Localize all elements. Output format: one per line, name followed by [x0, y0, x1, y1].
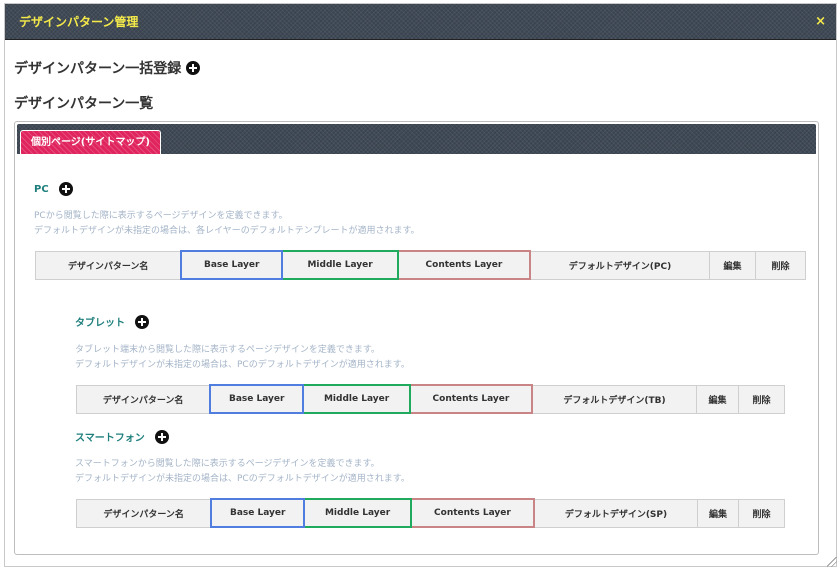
col-base-layer: Base Layer	[180, 250, 284, 280]
col-middle-layer: Middle Layer	[303, 498, 412, 528]
tablet-description: タブレット端末から閲覧した際に表示するページデザインを定義できます。 デフォルト…	[75, 343, 410, 373]
col-default-design: デフォルトデザイン(SP)	[533, 498, 699, 528]
sp-description: スマートフォンから閲覧した際に表示するページデザインを定義できます。 デフォルト…	[75, 457, 410, 487]
col-edit: 編集	[697, 498, 740, 528]
sp-title-label: スマートフォン	[75, 433, 145, 444]
tablet-desc-line1: タブレット端末から閲覧した際に表示するページデザインを定義できます。	[75, 345, 380, 355]
bulk-register-add-icon[interactable]	[186, 61, 201, 75]
pc-description: PCから閲覧した際に表示するページデザインを定義できます。 デフォルトデザインが…	[34, 209, 420, 239]
pc-pattern-table: デザインパターン名 Base Layer Middle Layer Conten…	[35, 250, 806, 280]
tab-individual-page[interactable]: 個別ページ(サイトマップ)	[20, 130, 161, 154]
col-delete: 削除	[738, 384, 785, 414]
pc-desc-line2: デフォルトデザインが未指定の場合は、各レイヤーのデフォルトテンプレートが適用され…	[34, 226, 420, 236]
col-pattern-name: デザインパターン名	[35, 250, 182, 280]
tablet-title-label: タブレット	[75, 318, 125, 329]
list-heading-label: デザインパターン一覧	[14, 96, 154, 112]
tablet-section-title: タブレット	[75, 314, 149, 329]
close-icon[interactable]: ×	[815, 15, 826, 28]
panel-header: 個別ページ(サイトマップ)	[17, 124, 816, 154]
col-pattern-name: デザインパターン名	[76, 384, 211, 414]
col-middle-layer: Middle Layer	[302, 384, 411, 414]
tablet-pattern-table: デザインパターン名 Base Layer Middle Layer Conten…	[76, 384, 785, 414]
dialog-title: デザインパターン管理	[19, 15, 139, 29]
col-edit: 編集	[709, 250, 757, 280]
col-base-layer: Base Layer	[209, 384, 305, 414]
tablet-desc-line2: デフォルトデザインが未指定の場合は、PCのデフォルトデザインが適用されます。	[75, 360, 410, 370]
pc-desc-line1: PCから閲覧した際に表示するページデザインを定義できます。	[34, 211, 288, 221]
sp-desc-line1: スマートフォンから閲覧した際に表示するページデザインを定義できます。	[75, 459, 380, 469]
resize-grip-icon[interactable]	[827, 557, 837, 567]
sp-add-icon[interactable]	[154, 429, 169, 444]
sp-desc-line2: デフォルトデザインが未指定の場合は、PCのデフォルトデザインが適用されます。	[75, 474, 410, 484]
pattern-list-panel: 個別ページ(サイトマップ) PC PCから閲覧した際に表示するページデザインを定…	[14, 121, 819, 555]
table-header-row: デザインパターン名 Base Layer Middle Layer Conten…	[76, 384, 785, 414]
list-heading: デザインパターン一覧	[14, 93, 153, 113]
col-default-design: デフォルトデザイン(PC)	[529, 250, 711, 280]
tablet-add-icon[interactable]	[135, 314, 149, 329]
table-header-row: デザインパターン名 Base Layer Middle Layer Conten…	[76, 498, 785, 528]
bulk-register-label: デザインパターン一括登録	[14, 61, 182, 77]
col-pattern-name: デザインパターン名	[76, 498, 212, 528]
col-edit: 編集	[696, 384, 740, 414]
pc-title-label: PC	[34, 183, 49, 195]
bulk-register-heading: デザインパターン一括登録	[14, 58, 201, 78]
sp-section-title: スマートフォン	[75, 429, 169, 444]
col-base-layer: Base Layer	[210, 498, 306, 528]
col-default-design: デフォルトデザイン(TB)	[531, 384, 698, 414]
col-contents-layer: Contents Layer	[397, 250, 531, 280]
col-contents-layer: Contents Layer	[410, 498, 535, 528]
pc-section-title: PC	[34, 182, 73, 196]
col-delete: 削除	[755, 250, 806, 280]
col-contents-layer: Contents Layer	[409, 384, 533, 414]
dialog-titlebar: デザインパターン管理 ×	[5, 4, 836, 40]
sp-pattern-table: デザインパターン名 Base Layer Middle Layer Conten…	[76, 498, 785, 528]
pc-add-icon[interactable]	[58, 182, 73, 196]
table-header-row: デザインパターン名 Base Layer Middle Layer Conten…	[35, 250, 806, 280]
col-middle-layer: Middle Layer	[281, 250, 399, 280]
col-delete: 削除	[738, 498, 785, 528]
